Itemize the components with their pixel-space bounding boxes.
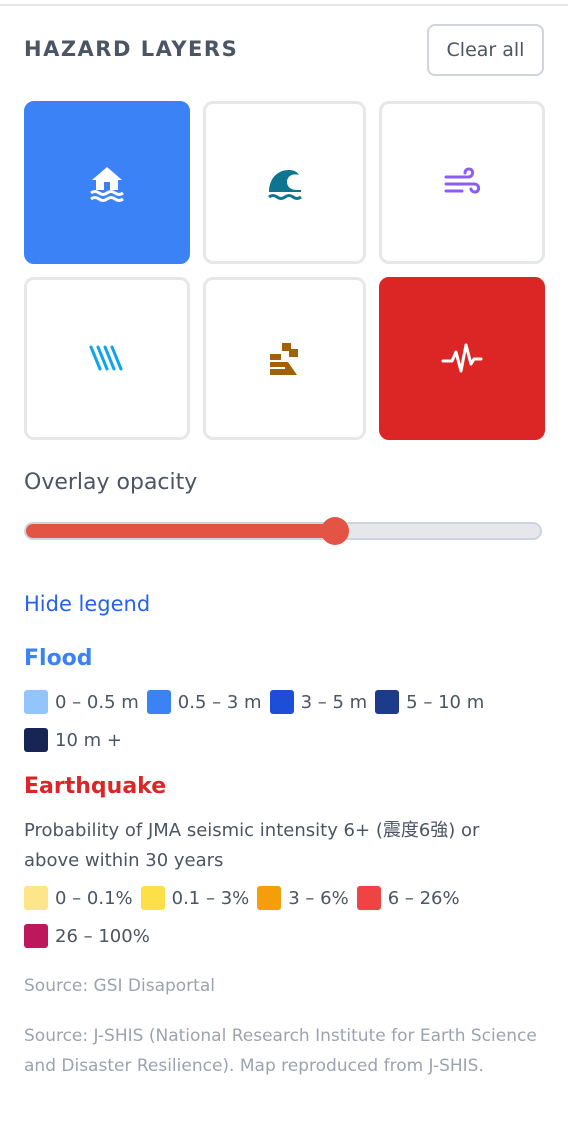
- legend-item: 10 m +: [24, 728, 122, 752]
- seismic-pulse-icon: [441, 343, 483, 372]
- legend-swatch: [146, 690, 171, 714]
- legend-label: 0.5 – 3 m: [177, 691, 262, 713]
- landslide-icon: [269, 342, 298, 375]
- legend-swatch: [24, 886, 48, 910]
- flood-legend-title: Flood: [24, 646, 93, 671]
- legend-item: 0.1 – 3%: [140, 886, 250, 910]
- layer-tile-flood[interactable]: [24, 101, 190, 264]
- layer-tile-tsunami[interactable]: [203, 101, 366, 264]
- legend-item: 0.5 – 3 m: [146, 690, 262, 714]
- layer-tile-wind[interactable]: [379, 101, 545, 264]
- top-divider: [0, 0, 568, 6]
- panel-title: HAZARD LAYERS: [24, 37, 239, 61]
- legend-item: 0 – 0.5 m: [24, 690, 139, 714]
- rain-icon: [89, 345, 123, 370]
- slider-thumb[interactable]: [321, 517, 349, 545]
- source-note: Source: J-SHIS (National Research Instit…: [24, 1026, 537, 1076]
- source-note: Source: GSI Disaportal: [24, 976, 215, 996]
- legend-swatch: [375, 690, 400, 714]
- legend-label: 0 – 0.5 m: [55, 691, 139, 713]
- legend-swatch: [356, 886, 381, 910]
- legend-label: 3 – 6%: [288, 887, 349, 909]
- legend-item: 26 – 100%: [24, 924, 150, 948]
- opacity-label: Overlay opacity: [24, 470, 198, 495]
- legend-label: 10 m +: [55, 729, 122, 751]
- legend-label: 0 – 0.1%: [55, 887, 133, 909]
- legend-label: 26 – 100%: [55, 925, 150, 947]
- layer-tile-earthquake[interactable]: [379, 277, 545, 440]
- house-flood-icon: [90, 166, 124, 202]
- tsunami-wave-icon: [267, 169, 302, 200]
- clear-all-button[interactable]: Clear all: [427, 24, 544, 76]
- legend-swatch: [24, 690, 48, 714]
- legend-label: 0.1 – 3%: [171, 887, 250, 909]
- earthquake-legend-title: Earthquake: [24, 774, 167, 799]
- legend-item: 3 – 6%: [257, 886, 349, 910]
- flood-legend: 0 – 0.5 m 0.5 – 3 m 3 – 5 m 5 – 10 m 10 …: [24, 690, 544, 752]
- legend-swatch: [140, 886, 165, 910]
- legend-label: 5 – 10 m: [406, 691, 485, 713]
- legend-swatch: [257, 886, 282, 910]
- slider-track[interactable]: [24, 522, 542, 540]
- legend-swatch: [24, 924, 48, 948]
- legend-item: 3 – 5 m: [269, 690, 368, 714]
- hide-legend-link[interactable]: Hide legend: [24, 592, 150, 616]
- slider-fill: [26, 524, 337, 538]
- wind-icon: [444, 166, 481, 194]
- legend-item: 6 – 26%: [356, 886, 460, 910]
- earthquake-legend: 0 – 0.1% 0.1 – 3% 3 – 6% 6 – 26% 26 – 10…: [24, 886, 544, 948]
- layer-tile-rain[interactable]: [24, 277, 190, 440]
- layer-tile-landslide[interactable]: [203, 277, 366, 440]
- legend-label: 3 – 5 m: [300, 691, 368, 713]
- panel-header: HAZARD LAYERS Clear all: [24, 24, 544, 76]
- layer-grid: [24, 101, 545, 440]
- legend-item: 5 – 10 m: [375, 690, 484, 714]
- legend-swatch: [269, 690, 294, 714]
- legend-label: 6 – 26%: [387, 887, 460, 909]
- legend-swatch: [24, 728, 48, 752]
- opacity-slider[interactable]: [24, 514, 542, 548]
- earthquake-description: Probability of JMA seismic intensity 6+ …: [24, 820, 480, 871]
- legend-item: 0 – 0.1%: [24, 886, 133, 910]
